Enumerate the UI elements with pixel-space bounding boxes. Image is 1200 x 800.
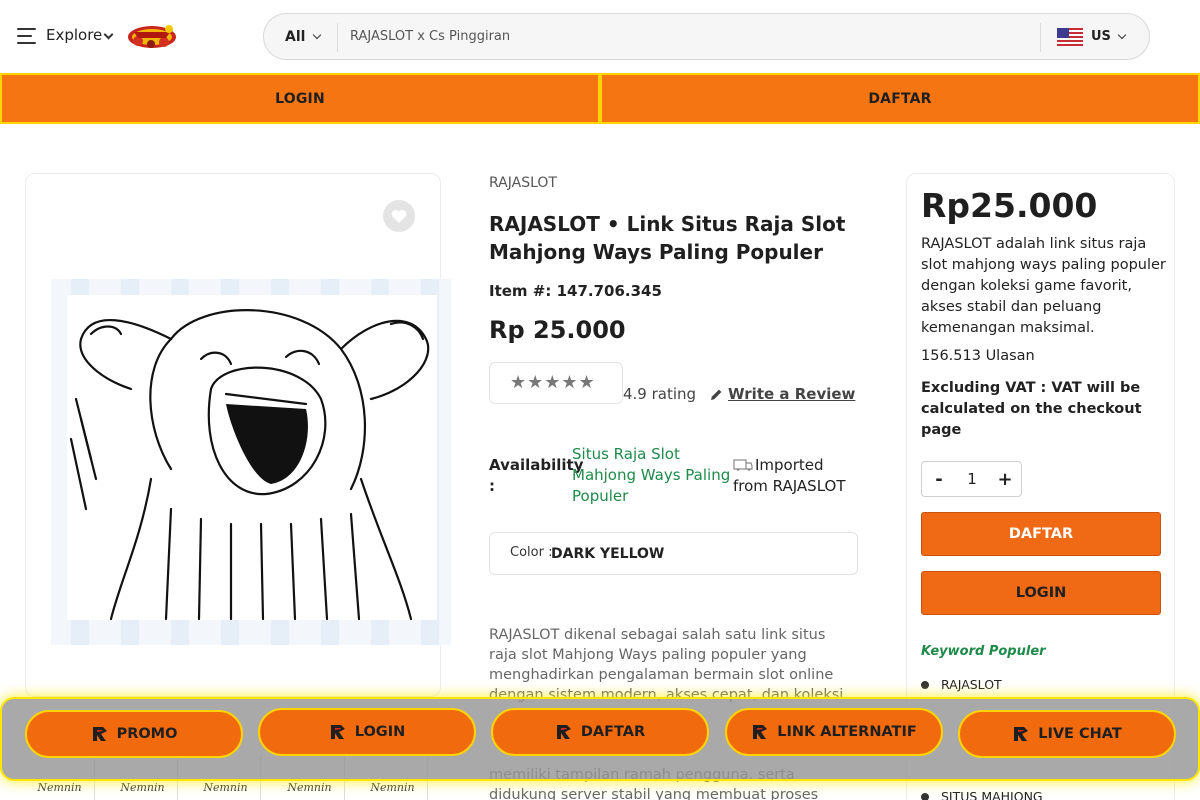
imported-from: Imported from RAJASLOT [733, 455, 858, 497]
product-brand[interactable]: RAJASLOT [489, 175, 557, 191]
quantity-stepper: - 1 + [921, 461, 1022, 497]
register-button-label[interactable]: DAFTAR [581, 724, 645, 740]
product-image[interactable] [51, 279, 451, 645]
quantity-input[interactable]: 1 [962, 470, 982, 488]
search-category-select[interactable]: All [285, 29, 305, 45]
write-review-label[interactable]: Write a Review [728, 385, 855, 403]
divider [1040, 23, 1041, 52]
vat-note: Excluding VAT : VAT will be calculated o… [921, 380, 1142, 438]
search-input[interactable]: RAJASLOT x Cs Pinggiran [350, 29, 510, 44]
logo[interactable] [126, 22, 178, 52]
availability-label: Availability : [489, 456, 584, 495]
color-label: Color : [510, 545, 553, 560]
login-button[interactable]: LOGIN [921, 571, 1161, 615]
login-button[interactable]: LOGIN [0, 73, 600, 124]
login-button-label[interactable]: LOGIN [355, 724, 405, 740]
heart-icon[interactable] [383, 200, 415, 232]
r-brand-icon [1014, 727, 1029, 741]
r-brand-icon [753, 725, 768, 739]
r-brand-icon [92, 727, 107, 741]
product-price: Rp 25.000 [489, 316, 626, 344]
auth-bar: LOGIN DAFTAR [0, 73, 1200, 124]
write-review-link[interactable]: Write a Review [710, 385, 855, 403]
us-flag-icon[interactable] [1057, 28, 1083, 46]
chevron-down-icon[interactable] [1117, 30, 1127, 40]
pencil-icon [711, 389, 722, 400]
chevron-down-icon[interactable] [312, 30, 322, 40]
bullet [921, 792, 929, 800]
keyword-label[interactable]: SITUS MAHJONG [941, 789, 1043, 800]
product-gallery [25, 173, 451, 697]
product-description: RAJASLOT dikenal sebagai salah satu link… [489, 627, 844, 703]
rating-stars-box[interactable]: ★★★★★ [489, 362, 623, 404]
star-icon[interactable]: ★★★★★ [510, 372, 596, 393]
keywords-title: Keyword Populer [921, 644, 1046, 659]
quantity-increase-button[interactable]: + [994, 468, 1016, 490]
menu-icon[interactable] [17, 28, 36, 44]
live-chat-button[interactable]: LIVE CHAT [958, 710, 1176, 758]
color-selector[interactable]: Color : DARK YELLOW [489, 532, 858, 575]
alternative-link-button[interactable]: LINK ALTERNATIF [725, 708, 943, 756]
register-button[interactable]: DAFTAR [491, 708, 709, 756]
r-brand-icon [556, 725, 571, 739]
header: Explore All RAJASLOT x Cs Pinggiran US [0, 0, 1200, 73]
register-button[interactable]: DAFTAR [921, 512, 1161, 556]
product-title: RAJASLOT • Link Situs Raja Slot Mahjong … [489, 212, 846, 264]
quantity-decrease-button[interactable]: - [928, 468, 950, 490]
promo-button[interactable]: PROMO [25, 710, 243, 758]
bullet [921, 680, 929, 689]
locale-select[interactable]: US [1091, 29, 1111, 44]
availability-value[interactable]: Situs Raja Slot Mahjong Ways Paling Popu… [572, 444, 732, 507]
alternative-link-button-label[interactable]: LINK ALTERNATIF [777, 724, 917, 740]
keyword-label[interactable]: RAJASLOT [941, 677, 1002, 692]
item-number: Item #: 147.706.345 [489, 282, 662, 300]
login-button[interactable]: LOGIN [258, 708, 476, 756]
rating-value: 4.9 rating [623, 385, 697, 403]
keyword-item[interactable]: RAJASLOT [921, 677, 1002, 692]
floating-action-bar: PROMO LOGIN DAFTAR LINK ALTERNATIF LIVE … [0, 697, 1200, 781]
color-value[interactable]: DARK YELLOW [551, 546, 664, 562]
chevron-down-icon[interactable] [103, 29, 114, 40]
live-chat-button-label[interactable]: LIVE CHAT [1038, 726, 1122, 742]
panel-price: Rp25.000 [921, 186, 1098, 225]
explore-menu[interactable]: Explore [46, 26, 102, 44]
panel-description: RAJASLOT adalah link situs raja slot mah… [921, 236, 1166, 336]
keyword-item[interactable]: SITUS MAHJONG [921, 789, 1043, 800]
promo-button-label[interactable]: PROMO [117, 726, 178, 742]
review-count[interactable]: 156.513 Ulasan [921, 348, 1035, 364]
register-button[interactable]: DAFTAR [600, 73, 1200, 124]
divider [337, 23, 338, 52]
r-brand-icon [330, 725, 345, 739]
search-bar: All RAJASLOT x Cs Pinggiran US [263, 13, 1150, 60]
import-icon [733, 459, 753, 471]
